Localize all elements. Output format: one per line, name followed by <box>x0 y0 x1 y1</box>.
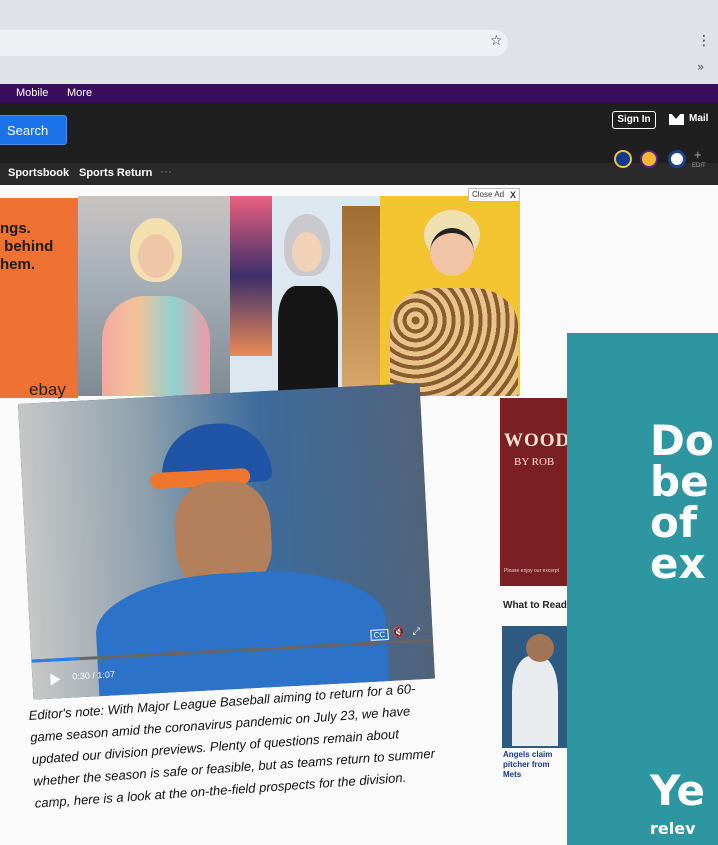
edit-teams-label[interactable]: EDIT <box>692 163 706 169</box>
more-dots-icon[interactable]: ··· <box>160 164 172 178</box>
site-header: Search Sign In Mail <box>0 103 718 163</box>
clippers-logo-icon[interactable] <box>668 150 686 168</box>
pitcher-jersey <box>512 656 558 746</box>
rams-logo-icon[interactable] <box>614 150 632 168</box>
nav-sports-return[interactable]: Sports Return <box>79 167 152 179</box>
top-nav-bar: Mobile More <box>0 84 718 103</box>
promo-overlay: Do be of ex Ye relev <box>567 333 718 845</box>
close-icon: X <box>509 190 516 200</box>
ad-orange-panel: ngs. behind hem. ebay <box>0 198 78 399</box>
play-icon[interactable] <box>50 673 61 686</box>
video-player[interactable]: 0:30 / 1:07 CC 🔇 ⤢ <box>18 382 435 700</box>
book-author: BY ROB <box>514 456 555 468</box>
top-nav-mobile[interactable]: Mobile <box>16 87 48 99</box>
overlay-second-heading: Ye <box>650 766 706 815</box>
book-caption: Please enjoy our excerpt <box>504 568 560 574</box>
model-2-face <box>292 232 322 272</box>
mail-link[interactable]: Mail <box>689 113 708 124</box>
what-to-read-heading: What to Read N <box>503 600 577 611</box>
pitcher-face <box>526 634 554 662</box>
top-nav-more[interactable]: More <box>67 87 92 99</box>
add-team-icon[interactable]: + <box>694 147 702 162</box>
browser-chrome: ☆ ⋮ » <box>0 0 718 84</box>
nav-sportsbook[interactable]: Sportsbook <box>8 167 69 179</box>
model-3-leopard-dress <box>390 288 518 396</box>
ad-photo-3 <box>380 196 520 396</box>
book-ad[interactable]: WOOD BY ROB Please enjoy our excerpt <box>500 398 568 586</box>
sports-nav: Sportsbook Sports Return ··· <box>0 163 718 185</box>
ad-photo-2 <box>230 196 380 396</box>
ad-headline: ngs. behind hem. <box>0 220 54 273</box>
close-ad-button[interactable]: Close Ad X <box>468 188 520 202</box>
ebay-ad-banner[interactable]: ngs. behind hem. ebay Close Ad X <box>0 188 520 399</box>
overlay-subtext: relev <box>650 819 696 838</box>
close-ad-label: Close Ad <box>472 190 505 199</box>
sign-in-button[interactable]: Sign In <box>612 111 656 129</box>
model-2-dress <box>278 286 338 396</box>
closed-captions-icon[interactable]: CC <box>370 628 389 641</box>
story-link[interactable]: Angels claim pitcher from Mets <box>503 750 569 780</box>
lakers-logo-icon[interactable] <box>640 150 658 168</box>
star-icon[interactable]: ☆ <box>490 33 503 49</box>
search-button[interactable]: Search <box>0 115 67 145</box>
extensions-chevron[interactable]: » <box>697 60 704 74</box>
book-title: WOOD <box>504 430 568 451</box>
address-bar[interactable] <box>0 30 508 56</box>
hanging-clothes <box>342 206 380 396</box>
mail-icon[interactable] <box>669 112 684 125</box>
ad-photo-1 <box>78 196 230 396</box>
story-thumbnail[interactable] <box>502 626 568 748</box>
model-3-face <box>430 228 474 276</box>
hanging-dress <box>230 196 272 356</box>
volume-mute-icon[interactable]: 🔇 <box>392 627 405 639</box>
overlay-headline: Do be of ex <box>650 416 714 588</box>
ebay-logo: ebay <box>29 380 66 399</box>
model-1-face <box>138 234 174 278</box>
fullscreen-icon[interactable]: ⤢ <box>412 626 421 637</box>
model-1-dress <box>102 296 210 396</box>
kebab-icon[interactable]: ⋮ <box>697 33 711 49</box>
